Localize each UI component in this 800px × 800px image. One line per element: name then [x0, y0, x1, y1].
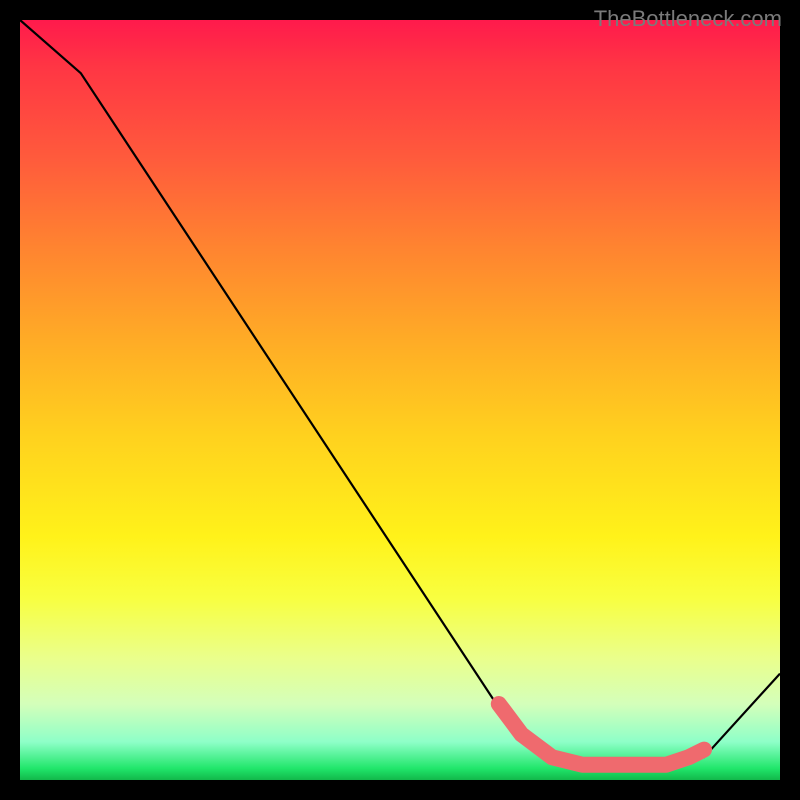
watermark-text: TheBottleneck.com [594, 6, 782, 32]
bottleneck-curve [20, 20, 780, 765]
chart-overlay [20, 20, 780, 780]
optimal-zone-stroke [499, 704, 704, 765]
